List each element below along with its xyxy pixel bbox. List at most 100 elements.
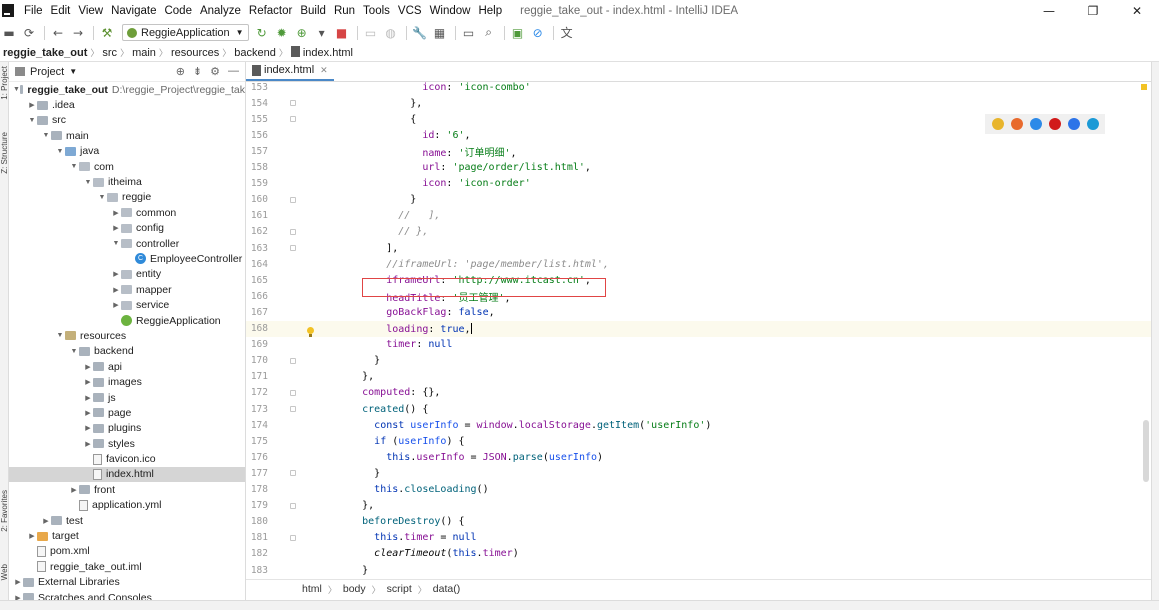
tree-item[interactable]: ▶ entity [9,267,245,282]
profiler-icon[interactable]: ◍ [382,24,400,42]
breadcrumb-data[interactable]: data() [433,583,460,595]
code-line[interactable]: 153 icon: 'icon-combo' [246,82,1151,95]
tree-item[interactable]: ▼ resources [9,328,245,343]
settings-wrench-icon[interactable]: 🔧 [411,24,429,42]
menu-file[interactable]: File [20,5,47,17]
project-structure-icon[interactable]: ▦ [431,24,449,42]
restore-button[interactable]: ❐ [1071,0,1115,21]
code-line[interactable]: 178 this.closeLoading() [246,482,1151,498]
menu-navigate[interactable]: Navigate [107,5,160,17]
tree-item[interactable]: application.yml [9,498,245,513]
collapsed-arrow-icon[interactable]: ▶ [27,532,37,540]
opera-icon[interactable] [1048,118,1061,130]
code-line[interactable]: 158 url: 'page/order/list.html', [246,160,1151,176]
tree-item[interactable]: ▼ backend [9,344,245,359]
code-line[interactable]: 167 goBackFlag: false, [246,304,1151,320]
expanded-arrow-icon[interactable]: ▼ [27,117,37,124]
tree-item[interactable]: ▼ java [9,144,245,159]
tree-item[interactable]: ▶ page [9,405,245,420]
collapsed-arrow-icon[interactable]: ▶ [69,486,79,494]
search-icon[interactable]: ⌕ [480,24,498,42]
ie-icon[interactable] [1067,118,1080,130]
code-line[interactable]: 159 icon: 'icon-order' [246,176,1151,192]
fold-marker-icon[interactable] [290,389,296,396]
tree-item[interactable]: ▶ common [9,205,245,220]
run-configuration-select[interactable]: ReggieApplication ▼ [122,24,249,41]
save-all-icon[interactable]: ▬ [0,24,18,42]
breadcrumb-body[interactable]: body [343,583,366,595]
tree-item[interactable]: ▶ test [9,513,245,528]
web-tool-button[interactable]: Web [0,564,9,580]
code-line[interactable]: 181 this.timer = null [246,530,1151,546]
edge-icon[interactable] [1086,118,1099,130]
tree-item[interactable]: ▶ target [9,528,245,543]
code-editor[interactable]: 153 icon: 'icon-combo' 154 }, 155 {156 id:… [246,82,1151,578]
minimize-button[interactable]: — [1027,0,1071,21]
translate-icon[interactable]: 文 [558,24,576,42]
code-line[interactable]: 164 //iframeUrl: 'page/member/list.html'… [246,256,1151,272]
code-line[interactable]: 175 if (userInfo) { [246,433,1151,449]
breadcrumb-src[interactable]: src [99,47,120,59]
tree-item[interactable]: ▶ .idea [9,97,245,112]
tree-item[interactable]: index.html [9,466,245,483]
breadcrumb-project[interactable]: reggie_take_out [0,47,90,59]
close-button[interactable]: ✕ [1115,0,1159,21]
menu-edit[interactable]: Edit [47,5,75,17]
expanded-arrow-icon[interactable]: ▼ [97,194,107,201]
expanded-arrow-icon[interactable]: ▼ [41,132,51,139]
collapsed-arrow-icon[interactable]: ▶ [111,224,121,232]
expanded-arrow-icon[interactable]: ▼ [69,348,79,355]
gear-icon[interactable]: ⚙ [210,65,220,78]
collapsed-arrow-icon[interactable]: ▶ [41,517,51,525]
forward-icon[interactable]: → [69,24,87,42]
menu-view[interactable]: View [74,5,107,17]
warning-marker[interactable] [1141,84,1147,90]
code-line[interactable]: 174 const userInfo = window.localStorage… [246,417,1151,433]
fold-marker-icon[interactable] [290,406,296,412]
tree-item[interactable]: ▶ External Libraries [9,575,245,590]
code-line[interactable]: 160 } [246,192,1151,208]
collapsed-arrow-icon[interactable]: ▶ [83,424,93,432]
chrome-icon[interactable] [991,118,1004,130]
collapse-all-icon[interactable]: ⇟ [193,65,202,78]
tree-item[interactable]: ▶ images [9,374,245,389]
terminal-icon[interactable]: ▭ [460,24,478,42]
tree-item[interactable]: ▼ itheima [9,174,245,189]
collapsed-arrow-icon[interactable]: ▶ [83,409,93,417]
tree-item[interactable]: ▼ reggie [9,190,245,205]
code-line[interactable]: 173 created() { [246,401,1151,417]
fold-marker-icon[interactable] [290,502,296,509]
tree-item[interactable]: ▶ Scratches and Consoles [9,590,245,600]
vcs-icon[interactable]: ▣ [509,24,527,42]
expanded-arrow-icon[interactable]: ▼ [55,148,65,155]
breadcrumb-html[interactable]: html [302,583,322,595]
editor-scrollbar[interactable] [1143,420,1149,482]
tree-item[interactable]: pom.xml [9,544,245,559]
code-line[interactable]: 170 } [246,353,1151,369]
menu-refactor[interactable]: Refactor [245,5,296,17]
menu-window[interactable]: Window [426,5,475,17]
project-panel-title[interactable]: Project [30,66,64,78]
safari-icon[interactable] [1029,118,1042,130]
fold-marker-icon[interactable] [290,100,296,107]
collapsed-arrow-icon[interactable]: ▶ [111,209,121,217]
chevron-down-icon[interactable]: ▼ [69,67,77,76]
no-entry-icon[interactable]: ⊘ [529,24,547,42]
menu-tools[interactable]: Tools [359,5,394,17]
tree-item[interactable]: C EmployeeController [9,251,245,266]
tree-item[interactable]: ▼ src [9,113,245,128]
tree-item[interactable]: ▼ main [9,128,245,143]
code-line[interactable]: 163 ], [246,240,1151,256]
project-tool-button[interactable]: 1: Project [0,66,9,100]
collapsed-arrow-icon[interactable]: ▶ [111,270,121,278]
expanded-arrow-icon[interactable]: ▼ [69,163,79,170]
code-line[interactable]: 161 // ], [246,208,1151,224]
code-line[interactable]: 171 }, [246,369,1151,385]
collapsed-arrow-icon[interactable]: ▶ [111,286,121,294]
code-line[interactable]: 179 }, [246,498,1151,514]
attach-debugger-icon[interactable]: ▭ [362,24,380,42]
code-line[interactable]: 172 computed: {}, [246,385,1151,401]
tree-item[interactable]: favicon.ico [9,451,245,466]
code-line[interactable]: 180 beforeDestroy() { [246,514,1151,530]
code-line[interactable]: 154 }, [246,95,1151,111]
